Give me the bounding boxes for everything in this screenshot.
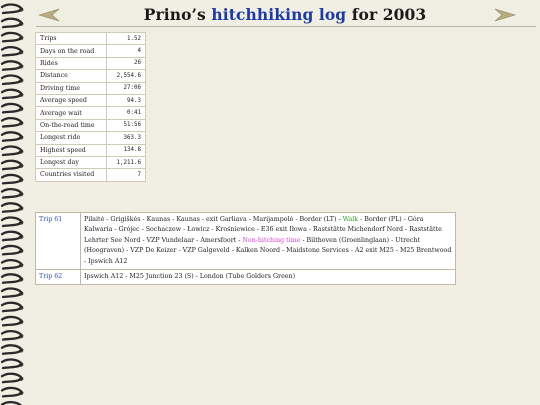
stats-table: Trips 1.52 Days on the road 4 Rides 26 Distanc… bbox=[35, 32, 146, 182]
trip-route: Pilaitė - Grigiškės - Kaunas - Kaunas - … bbox=[81, 213, 455, 270]
stats-row: Driving time 27:06 bbox=[36, 82, 145, 94]
non-hitching-label: Non-hitching time bbox=[242, 236, 301, 244]
trip-link[interactable]: Trip 62 bbox=[36, 270, 80, 285]
stat-value: 1,211.6 bbox=[107, 156, 145, 169]
stat-value: 0:41 bbox=[107, 107, 145, 119]
stat-label: Longest ride bbox=[36, 132, 106, 144]
stat-label: Rides bbox=[36, 57, 106, 70]
stat-label: Distance bbox=[36, 70, 106, 82]
stats-row: On-the-road time 51:56 bbox=[36, 119, 145, 132]
stats-row: Average wait 0:41 bbox=[36, 107, 145, 119]
stat-value: 1.52 bbox=[107, 33, 145, 45]
header: Prino’s hitchhiking log for 2003 bbox=[30, 0, 540, 28]
stats-row: Average speed 94.3 bbox=[36, 94, 145, 107]
title-link[interactable]: hitchhiking log bbox=[211, 5, 346, 24]
stat-value: 4 bbox=[107, 45, 145, 57]
stat-value: 27:06 bbox=[107, 82, 145, 94]
stat-value: 363.3 bbox=[107, 132, 145, 144]
stats-row: Countries visited 7 bbox=[36, 169, 145, 181]
stat-label: Countries visited bbox=[36, 169, 106, 181]
spiral-binding bbox=[0, 3, 24, 405]
divider bbox=[36, 26, 536, 27]
stat-value: 7 bbox=[107, 169, 145, 181]
stats-row: Trips 1.52 bbox=[36, 33, 145, 45]
stats-row: Longest ride 363.3 bbox=[36, 132, 145, 144]
stat-label: Highest speed bbox=[36, 144, 106, 156]
table-row: Trip 61 Pilaitė - Grigiškės - Kaunas - K… bbox=[36, 213, 455, 270]
trips-table: Trip 61 Pilaitė - Grigiškės - Kaunas - K… bbox=[35, 212, 456, 286]
stat-value: 2,554.6 bbox=[107, 70, 145, 82]
table-row: Trip 62 Ipswich A12 - M25 Junction 23 (S… bbox=[36, 270, 455, 285]
stat-label: Driving time bbox=[36, 82, 106, 94]
stat-label: On-the-road time bbox=[36, 119, 106, 132]
title-suffix: for 2003 bbox=[346, 5, 427, 24]
stat-value: 94.3 bbox=[107, 94, 145, 107]
stats-row: Days on the road 4 bbox=[36, 45, 145, 57]
stat-value: 134.8 bbox=[107, 144, 145, 156]
walk-label: Walk bbox=[342, 216, 359, 223]
stat-value: 26 bbox=[107, 57, 145, 70]
stat-label: Longest day bbox=[36, 156, 106, 169]
stat-label: Average wait bbox=[36, 107, 106, 119]
right-arrow-icon[interactable] bbox=[494, 8, 516, 22]
stat-label: Average speed bbox=[36, 94, 106, 107]
trip-route: Ipswich A12 - M25 Junction 23 (S) - Lond… bbox=[81, 270, 455, 285]
stats-row: Highest speed 134.8 bbox=[36, 144, 145, 156]
page-title: Prino’s hitchhiking log for 2003 bbox=[30, 5, 540, 24]
title-prefix: Prino’s bbox=[143, 5, 212, 24]
stat-value: 51:56 bbox=[107, 119, 145, 132]
route-segment: Pilaitė - Grigiškės - Kaunas - Kaunas - … bbox=[84, 216, 343, 223]
stats-row: Distance 2,554.6 bbox=[36, 70, 145, 82]
stat-label: Trips bbox=[36, 33, 106, 45]
stats-row: Rides 26 bbox=[36, 57, 145, 70]
stats-row: Longest day 1,211.6 bbox=[36, 156, 145, 169]
stat-label: Days on the road bbox=[36, 45, 106, 57]
trip-link[interactable]: Trip 61 bbox=[36, 213, 80, 270]
